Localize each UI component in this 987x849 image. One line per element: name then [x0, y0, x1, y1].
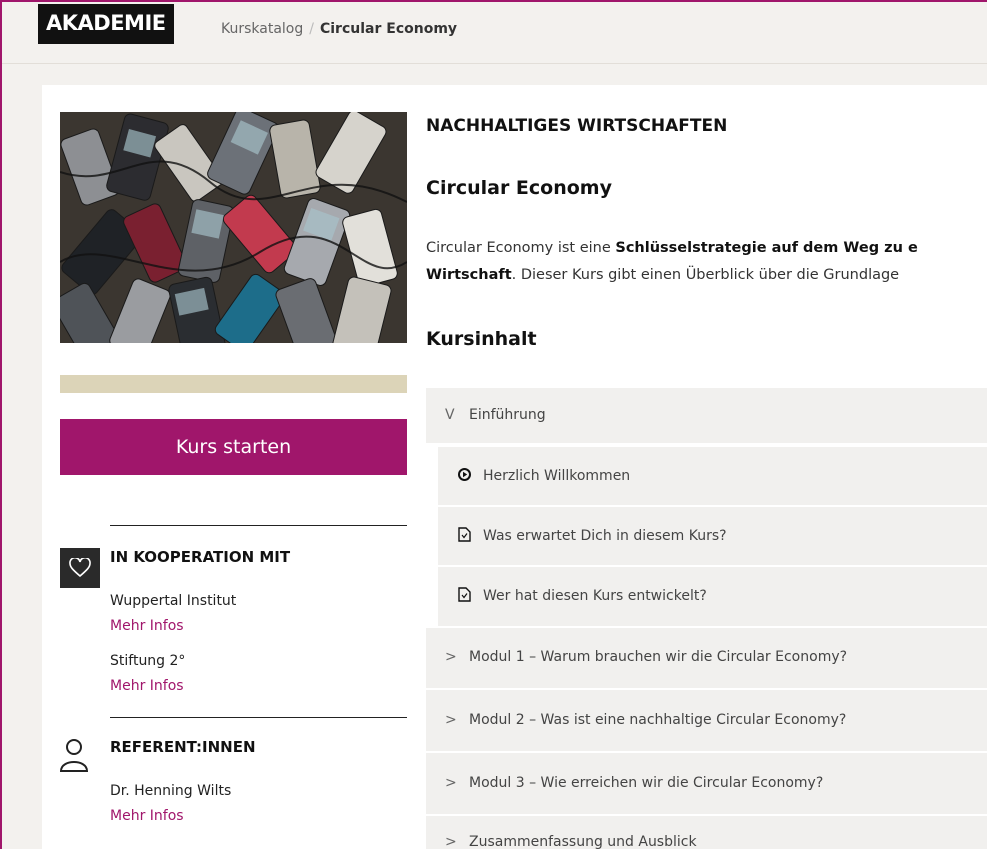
section-label: Modul 2 – Was ist eine nachhaltige Circu…	[469, 712, 847, 728]
course-hero-image	[60, 112, 407, 343]
speakers-heading: REFERENT:INNEN	[110, 738, 256, 756]
description-text: . Dieser Kurs gibt einen Überblick über …	[511, 267, 900, 283]
chevron-down-icon: V	[445, 407, 455, 423]
section-label: Einführung	[469, 407, 546, 423]
lesson-label: Wer hat diesen Kurs entwickelt?	[483, 588, 707, 604]
partner-more-info-link[interactable]: Mehr Infos	[110, 678, 184, 694]
lesson-item[interactable]: Herzlich Willkommen	[438, 445, 987, 505]
breadcrumb-current: Circular Economy	[319, 21, 458, 37]
description-text: Circular Economy ist eine	[426, 240, 616, 256]
section-label: Modul 1 – Warum brauchen wir die Circula…	[469, 649, 848, 665]
section-label: Zusammenfassung und Ausblick	[469, 834, 697, 849]
document-icon	[458, 587, 471, 606]
section-divider	[110, 525, 407, 526]
accordion-section-intro[interactable]: V Einführung	[426, 388, 987, 445]
section-divider	[110, 717, 407, 718]
course-content-heading: Kursinhalt	[426, 328, 537, 350]
breadcrumb-root-link[interactable]: Kurskatalog	[221, 21, 303, 37]
section-label: Modul 3 – Wie erreichen wir die Circular…	[469, 775, 824, 791]
partner-name: Stiftung 2°	[110, 653, 186, 669]
person-icon	[58, 737, 90, 773]
speaker-name: Dr. Henning Wilts	[110, 783, 232, 799]
lesson-item[interactable]: Wer hat diesen Kurs entwickelt?	[438, 565, 987, 626]
start-course-button[interactable]: Kurs starten	[60, 419, 407, 475]
partner-more-info-link[interactable]: Mehr Infos	[110, 618, 184, 634]
description-bold: Schlüsselstrategie auf dem Weg zu e	[615, 240, 918, 256]
breadcrumb: Kurskatalog / Circular Economy	[221, 21, 457, 37]
course-progress-bar	[60, 375, 407, 393]
chevron-right-icon: >	[445, 649, 457, 665]
course-description: Circular Economy ist eine Schlüsselstrat…	[426, 235, 987, 289]
accordion-section-module-2[interactable]: > Modul 2 – Was ist eine nachhaltige Cir…	[426, 690, 987, 753]
course-category: NACHHALTIGES WIRTSCHAFTEN	[426, 116, 728, 136]
akademie-logo[interactable]: AKADEMIE	[38, 4, 174, 44]
accordion-section-summary[interactable]: > Zusammenfassung und Ausblick	[426, 816, 987, 849]
document-icon	[458, 527, 471, 546]
lesson-item[interactable]: Was erwartet Dich in diesem Kurs?	[438, 505, 987, 565]
accordion-section-module-3[interactable]: > Modul 3 – Wie erreichen wir die Circul…	[426, 753, 987, 816]
lesson-label: Herzlich Willkommen	[483, 468, 631, 484]
chevron-right-icon: >	[445, 775, 457, 791]
chevron-right-icon: >	[445, 834, 457, 849]
accordion-section-module-1[interactable]: > Modul 1 – Warum brauchen wir die Circu…	[426, 628, 987, 690]
cooperation-heading: IN KOOPERATION MIT	[110, 548, 291, 566]
chevron-right-icon: >	[445, 712, 457, 728]
partner-name: Wuppertal Institut	[110, 593, 237, 609]
breadcrumb-separator: /	[309, 21, 314, 37]
top-header: AKADEMIE Kurskatalog / Circular Economy	[0, 0, 987, 64]
heart-icon	[60, 548, 100, 588]
speaker-more-info-link[interactable]: Mehr Infos	[110, 808, 184, 824]
description-bold: Wirtschaft	[426, 267, 512, 283]
course-title: Circular Economy	[426, 177, 612, 199]
play-circle-icon	[458, 468, 471, 485]
lesson-label: Was erwartet Dich in diesem Kurs?	[483, 528, 727, 544]
